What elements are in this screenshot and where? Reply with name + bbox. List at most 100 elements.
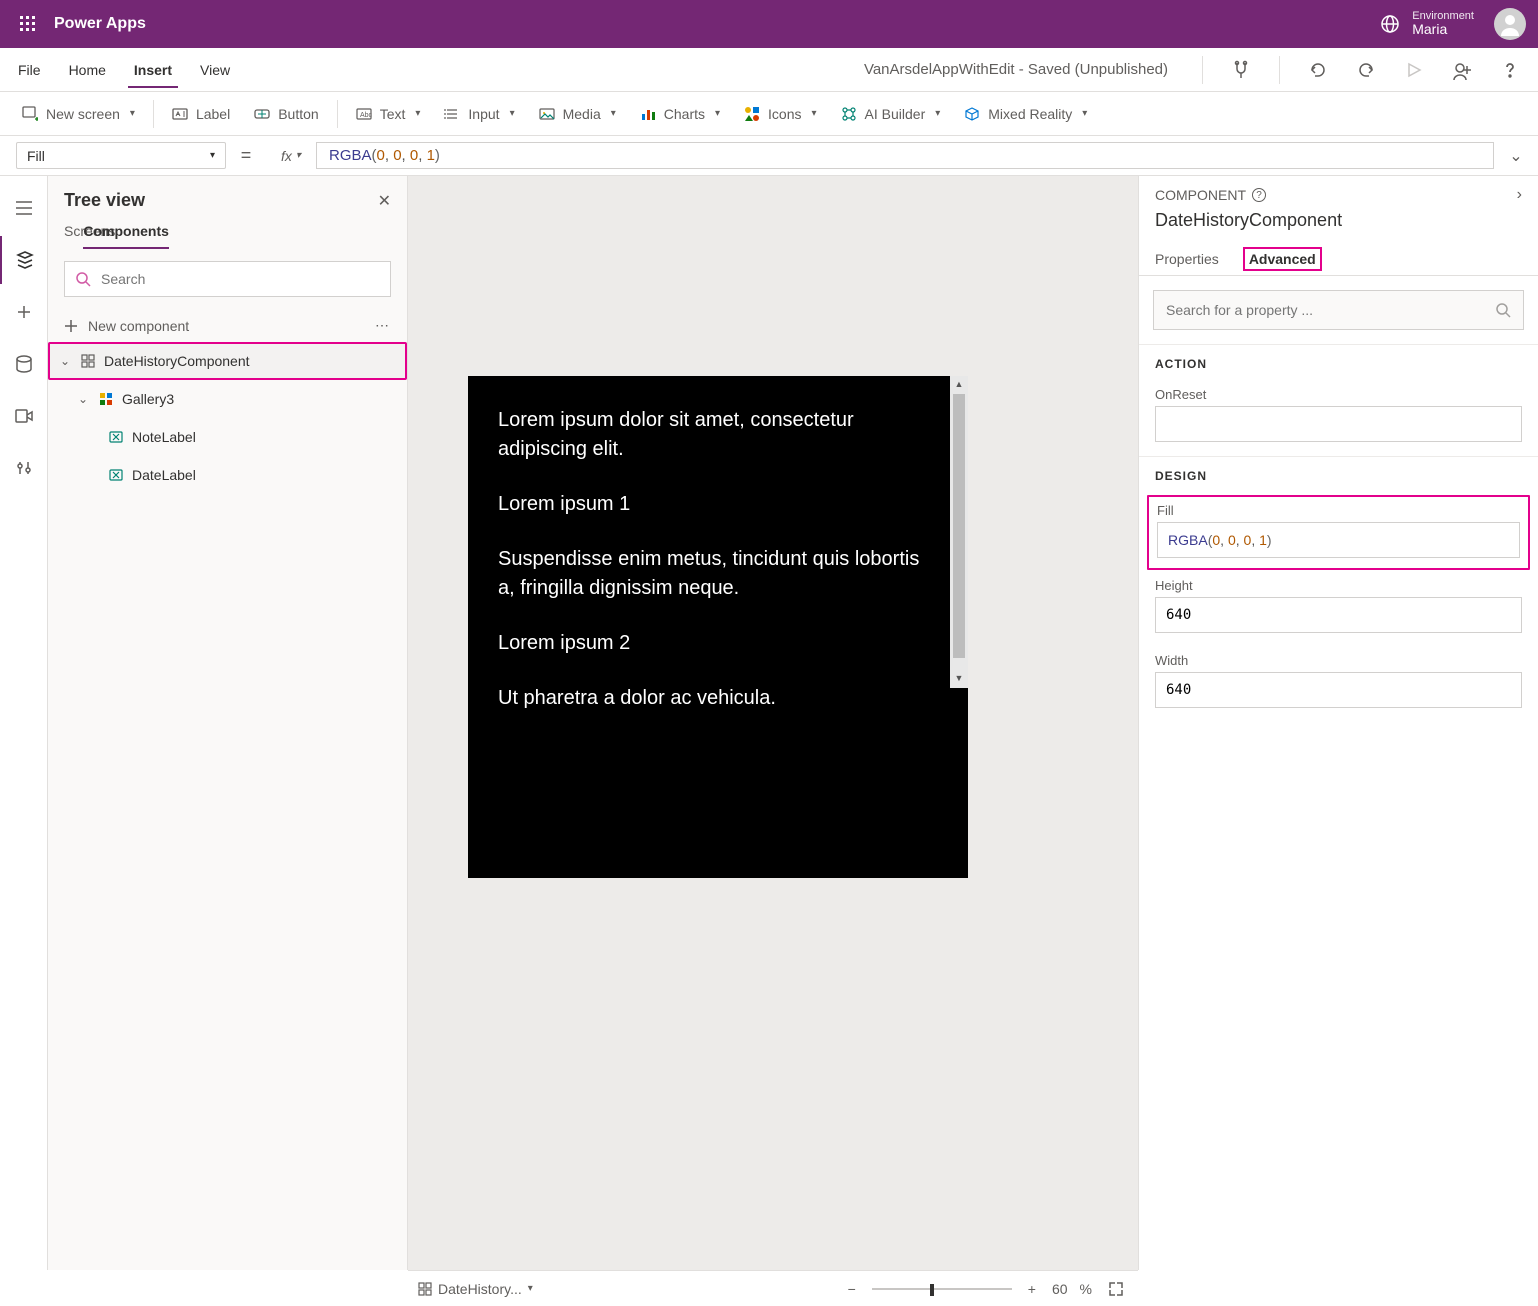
label-icon — [108, 429, 124, 445]
tree-node-label: Gallery3 — [122, 391, 174, 407]
tree-node-datelabel[interactable]: DateLabel — [48, 456, 407, 494]
preview-text: Lorem ipsum 1 — [498, 490, 938, 519]
property-search[interactable] — [1153, 290, 1524, 330]
chevron-down-icon[interactable]: ⌄ — [58, 354, 72, 368]
chevron-down-icon: ▾ — [415, 108, 420, 119]
tree-node-gallery[interactable]: ⌄ Gallery3 — [48, 380, 407, 418]
tree-view-title: Tree view — [64, 190, 378, 211]
zoom-in-button[interactable]: + — [1024, 1279, 1040, 1299]
rail-tree-view[interactable] — [0, 236, 48, 284]
ribbon-label: New screen — [46, 106, 120, 122]
ribbon-label: Text — [380, 106, 406, 122]
formula-expand-button[interactable]: ⌄ — [1494, 136, 1538, 175]
chevron-down-icon: ▾ — [715, 108, 720, 119]
ribbon-label: Icons — [768, 106, 801, 122]
menu-insert[interactable]: Insert — [128, 52, 178, 88]
mixed-reality-icon — [964, 106, 980, 122]
tab-properties[interactable]: Properties — [1155, 241, 1219, 275]
app-title: Power Apps — [54, 15, 146, 33]
tree-node-label: DateHistoryComponent — [104, 353, 250, 369]
menu-file[interactable]: File — [12, 52, 47, 88]
zoom-slider[interactable] — [872, 1281, 1012, 1297]
scroll-down-icon[interactable]: ▼ — [950, 670, 968, 688]
environment-name: Maria — [1412, 22, 1474, 37]
canvas[interactable]: Lorem ipsum dolor sit amet, consectetur … — [408, 176, 1138, 1270]
rail-media[interactable] — [0, 392, 48, 440]
scrollbar-thumb[interactable] — [953, 394, 965, 658]
environment-label: Environment — [1412, 10, 1474, 22]
ribbon-label: Button — [278, 106, 318, 122]
ribbon-expand-button[interactable]: ⌄ — [1206, 96, 1526, 132]
component-preview[interactable]: Lorem ipsum dolor sit amet, consectetur … — [468, 376, 968, 878]
plus-icon — [64, 319, 78, 333]
help-icon[interactable]: ? — [1252, 188, 1266, 202]
preview-text: Lorem ipsum 2 — [498, 629, 938, 658]
label-button[interactable]: Label — [162, 96, 240, 132]
rail-insert[interactable] — [0, 288, 48, 336]
fit-to-window-button[interactable] — [1104, 1279, 1128, 1299]
field-input-fill[interactable]: RGBA(0, 0, 0, 1) — [1157, 522, 1520, 558]
ribbon-label: Label — [196, 106, 230, 122]
component-icon — [80, 353, 96, 369]
scroll-up-icon[interactable]: ▲ — [950, 376, 968, 394]
ai-builder-button[interactable]: AI Builder ▾ — [831, 96, 951, 132]
scrollbar[interactable]: ▲ ▼ — [950, 376, 968, 688]
property-selector[interactable]: Fill ▾ — [16, 142, 226, 169]
menu-home[interactable]: Home — [63, 52, 112, 88]
close-icon[interactable]: ✕ — [378, 191, 391, 211]
rail-hamburger[interactable] — [0, 184, 48, 232]
tree-node-notelabel[interactable]: NoteLabel — [48, 418, 407, 456]
field-label-fill: Fill — [1157, 503, 1520, 518]
tab-components[interactable]: Components — [83, 223, 169, 249]
mixed-reality-button[interactable]: Mixed Reality ▾ — [954, 96, 1097, 132]
section-design: DESIGN — [1139, 456, 1538, 493]
formula-input[interactable]: RGBA(0, 0, 0, 1) — [316, 142, 1494, 169]
zoom-handle[interactable] — [930, 1284, 934, 1296]
label-icon — [172, 106, 188, 122]
field-input-height[interactable] — [1155, 597, 1522, 633]
charts-button[interactable]: Charts ▾ — [630, 96, 730, 132]
waffle-icon[interactable] — [8, 0, 48, 48]
text-button[interactable]: Abc Text ▾ — [346, 96, 431, 132]
chevron-down-icon[interactable]: ⌄ — [76, 392, 90, 406]
media-button[interactable]: Media ▾ — [529, 96, 626, 132]
footer-selection[interactable]: DateHistory... ▾ — [418, 1281, 533, 1297]
chevron-down-icon: ▾ — [935, 108, 940, 119]
more-icon[interactable]: ⋯ — [375, 317, 391, 334]
tree-search-input[interactable] — [101, 271, 380, 287]
component-icon — [418, 1282, 432, 1296]
property-name: Fill — [27, 148, 45, 164]
new-screen-button[interactable]: New screen ▾ — [12, 96, 145, 132]
avatar[interactable] — [1494, 8, 1526, 40]
chevron-right-icon[interactable]: › — [1517, 186, 1522, 204]
menu-view[interactable]: View — [194, 52, 236, 88]
section-action: ACTION — [1139, 344, 1538, 381]
chevron-down-icon: ▾ — [812, 108, 817, 119]
equals-sign: = — [226, 136, 266, 175]
field-input-width[interactable] — [1155, 672, 1522, 708]
field-label-width: Width — [1155, 653, 1522, 668]
text-icon: Abc — [356, 106, 372, 122]
rail-data[interactable] — [0, 340, 48, 388]
tab-advanced[interactable]: Advanced — [1243, 241, 1322, 275]
fx-icon[interactable]: fx▾ — [266, 136, 316, 175]
tree-search[interactable] — [64, 261, 391, 297]
property-search-input[interactable] — [1166, 302, 1495, 318]
ribbon-label: Input — [468, 106, 499, 122]
input-button[interactable]: Input ▾ — [434, 96, 524, 132]
svg-text:Abc: Abc — [360, 112, 372, 119]
button-button[interactable]: Button — [244, 96, 328, 132]
tree-node-component[interactable]: ⌄ DateHistoryComponent — [48, 342, 407, 380]
chevron-down-icon: ▾ — [528, 1283, 533, 1294]
rail-advanced-tools[interactable] — [0, 444, 48, 492]
chevron-down-icon: ▾ — [210, 150, 215, 161]
field-input-onreset[interactable] — [1155, 406, 1522, 442]
ribbon-label: Mixed Reality — [988, 106, 1072, 122]
zoom-out-button[interactable]: − — [844, 1279, 860, 1299]
media-icon — [539, 106, 555, 122]
icons-button[interactable]: Icons ▾ — [734, 96, 827, 132]
chevron-down-icon: ▾ — [1082, 108, 1087, 119]
tree-node-label: DateLabel — [132, 467, 196, 483]
new-component-button[interactable]: New component — [88, 318, 189, 334]
environment-picker[interactable]: Environment Maria — [1378, 10, 1474, 37]
